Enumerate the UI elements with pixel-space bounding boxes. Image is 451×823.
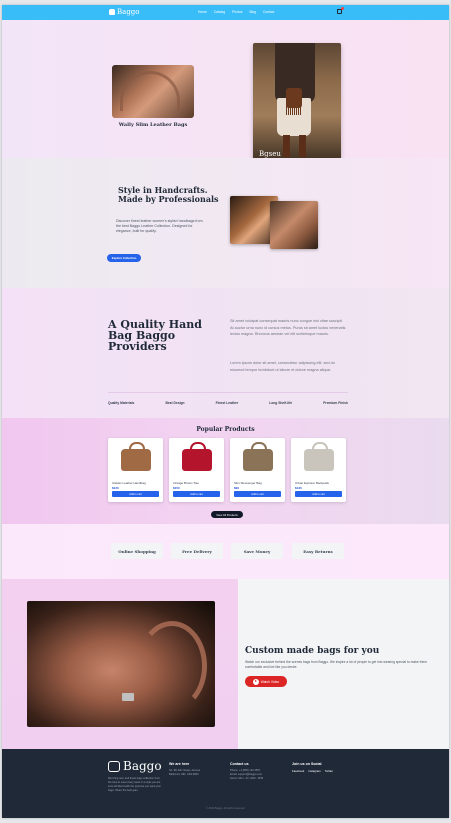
feature-item: Premium Finish bbox=[323, 401, 348, 405]
nav-link-contact[interactable]: Contact bbox=[263, 10, 274, 14]
feature-item: Long Shelf-life bbox=[269, 401, 293, 405]
add-to-cart-button[interactable]: Add to cart bbox=[295, 491, 342, 497]
footer-heading: We are here bbox=[169, 762, 190, 766]
services-section: Online Shopping Free Delivery Save Money… bbox=[2, 524, 449, 579]
quality-title: A Quality Hand Bag Baggo Providers bbox=[108, 318, 202, 353]
quality-section: A Quality Hand Bag Baggo Providers Sit a… bbox=[2, 288, 449, 418]
footer-brand: Baggo bbox=[123, 759, 162, 773]
popular-title: Popular Products bbox=[196, 426, 255, 433]
product-image bbox=[172, 441, 221, 478]
nav-link-home[interactable]: Home bbox=[198, 10, 207, 14]
product-card[interactable]: Slim Messenger Bag $90 Add to cart bbox=[230, 438, 285, 502]
quality-paragraph-2: Lorem ipsum dolor sit amet, consectetur … bbox=[230, 361, 335, 372]
product-price: $90 bbox=[234, 486, 240, 490]
style-bag-image-2 bbox=[270, 201, 318, 249]
social-link-twitter[interactable]: Twitter bbox=[325, 769, 333, 773]
custom-bag-image bbox=[27, 601, 215, 727]
product-price: $120 bbox=[112, 486, 119, 490]
footer-heading: Contact us bbox=[230, 762, 249, 766]
feature-item: Quality Materials bbox=[108, 401, 135, 405]
copyright: © 2023 Baggo. All rights reserved. bbox=[205, 807, 246, 810]
product-image bbox=[111, 441, 160, 478]
nav-links: Home Catalog Photos Blog Contact bbox=[198, 10, 274, 14]
hero-watermark: Bgseu bbox=[259, 150, 281, 158]
hero-bag-image bbox=[112, 65, 194, 118]
social-link-facebook[interactable]: Facebook bbox=[292, 769, 304, 773]
custom-image-panel bbox=[2, 579, 238, 749]
style-title: Style in Handcrafts. Made by Professiona… bbox=[118, 185, 219, 204]
bag-icon bbox=[108, 760, 120, 772]
style-section: Style in Handcrafts. Made by Professiona… bbox=[2, 158, 449, 288]
add-to-cart-button[interactable]: Add to cart bbox=[112, 491, 159, 497]
add-to-cart-button[interactable]: Add to cart bbox=[173, 491, 220, 497]
quality-paragraph-1: Sit amet volutpat consequat mauris nunc … bbox=[230, 319, 346, 336]
product-price: $150 bbox=[173, 486, 180, 490]
feature-item: Finest Leather bbox=[215, 401, 239, 405]
hero-section: Wally Slim Leather Bags Bgseu bbox=[2, 20, 449, 164]
product-grid: Classic Leather Handbag $120 Add to cart… bbox=[108, 438, 346, 502]
brand-logo[interactable]: Baggo bbox=[109, 8, 140, 16]
footer-address-column: We are here No. 98, Elm Street, Avenue B… bbox=[169, 762, 200, 777]
cart-icon[interactable] bbox=[337, 7, 344, 14]
nav-link-photos[interactable]: Photos bbox=[232, 10, 242, 14]
product-price: $130 bbox=[295, 486, 302, 490]
footer-logo[interactable]: Baggo bbox=[108, 759, 162, 773]
footer-about: We bring men and finest bags collection … bbox=[108, 777, 162, 792]
play-icon bbox=[252, 678, 259, 685]
hero-bag-caption: Wally Slim Leather Bags bbox=[118, 122, 188, 128]
product-image bbox=[233, 441, 282, 478]
footer-heading: Join us on Social bbox=[292, 762, 322, 766]
popular-products-section: Popular Products Classic Leather Handbag… bbox=[2, 418, 449, 524]
feature-list: Quality Materials Best Design Finest Lea… bbox=[108, 401, 348, 405]
social-links: Facebook Instagram Twitter bbox=[292, 769, 333, 773]
product-name: Slim Messenger Bag bbox=[234, 481, 262, 485]
custom-title: Custom made bags for you bbox=[245, 646, 380, 656]
service-free-delivery: Free Delivery bbox=[171, 543, 223, 559]
page-frame: Baggo Home Catalog Photos Blog Contact W… bbox=[2, 5, 449, 818]
custom-bags-section: Custom made bags for you Watch our exclu… bbox=[2, 579, 449, 749]
service-easy-returns: Easy Returns bbox=[292, 543, 344, 559]
divider bbox=[108, 392, 348, 393]
feature-item: Best Design bbox=[165, 401, 185, 405]
product-name: Vintage Brown Tote bbox=[173, 481, 199, 485]
add-to-cart-button[interactable]: Add to cart bbox=[234, 491, 281, 497]
style-description: Discover finest leather women's stylish … bbox=[116, 219, 203, 233]
bag-icon bbox=[109, 9, 115, 15]
service-save-money: Save Money bbox=[231, 543, 283, 559]
footer-line: Baltimore, MD, USA 9600 bbox=[169, 773, 199, 776]
nav-link-blog[interactable]: Blog bbox=[249, 10, 256, 14]
product-name: Classic Leather Handbag bbox=[112, 481, 146, 485]
footer-line: Hours: Mon - Fri, 9AM - 5PM bbox=[230, 777, 264, 780]
footer: Baggo We bring men and finest bags colle… bbox=[2, 749, 449, 818]
product-card[interactable]: Urban Explorer Backpack $130 Add to cart bbox=[291, 438, 346, 502]
footer-contact-column: Contact us Phone: +1 (800) 123 4567 Emai… bbox=[230, 762, 263, 781]
brand-name: Baggo bbox=[117, 8, 140, 16]
product-card[interactable]: Vintage Brown Tote $150 Add to cart bbox=[169, 438, 224, 502]
view-all-products-button[interactable]: View All Products bbox=[211, 511, 243, 518]
top-navbar: Baggo Home Catalog Photos Blog Contact bbox=[2, 5, 449, 20]
nav-link-catalog[interactable]: Catalog bbox=[214, 10, 225, 14]
product-image bbox=[294, 441, 343, 478]
cart-badge bbox=[341, 7, 344, 10]
custom-description: Watch our exclusive behind the scenes ba… bbox=[245, 660, 427, 669]
product-name: Urban Explorer Backpack bbox=[295, 481, 330, 485]
product-card[interactable]: Classic Leather Handbag $120 Add to cart bbox=[108, 438, 163, 502]
watch-video-label: Watch Video bbox=[260, 679, 280, 684]
social-link-instagram[interactable]: Instagram bbox=[308, 769, 320, 773]
service-online-shopping: Online Shopping bbox=[111, 543, 163, 559]
explore-collection-button[interactable]: Explore Collection bbox=[107, 254, 141, 262]
footer-social-column: Join us on Social Facebook Instagram Twi… bbox=[292, 762, 333, 773]
hero-model-image: Bgseu bbox=[253, 43, 341, 164]
watch-video-button[interactable]: Watch Video bbox=[245, 676, 287, 687]
